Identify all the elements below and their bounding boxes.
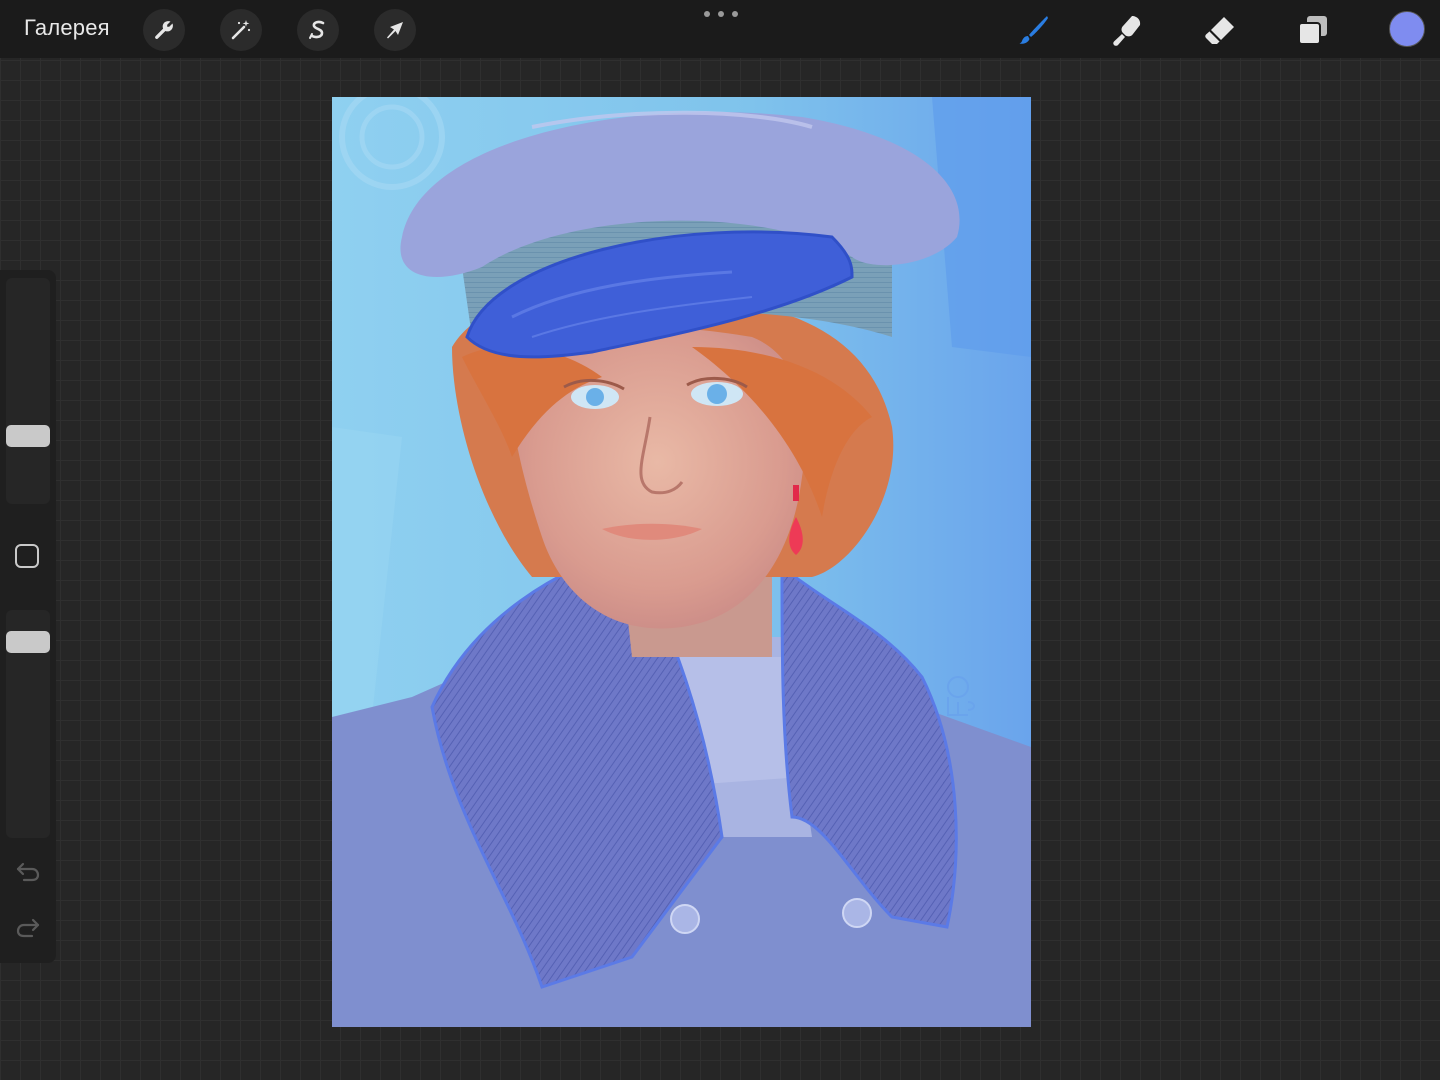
eraser-icon [1205,17,1234,44]
ellipsis-icon[interactable] [704,8,738,20]
brush-tool-button[interactable] [1014,10,1054,50]
adjustments-button[interactable] [220,9,262,51]
magic-wand-icon [231,20,251,40]
undo-icon [16,862,40,882]
selection-button[interactable] [297,9,339,51]
drawing-canvas[interactable] [332,97,1031,1027]
brush-opacity-handle[interactable] [6,631,50,653]
actions-button[interactable] [143,9,185,51]
redo-button[interactable] [14,916,42,940]
brush-size-handle[interactable] [6,425,50,447]
top-toolbar: Галерея [0,0,1440,58]
layers-button[interactable] [1293,10,1333,50]
transform-button[interactable] [374,9,416,51]
wrench-icon [155,21,173,39]
brush-size-slider[interactable] [6,278,50,504]
arrow-cursor-icon [387,22,403,39]
layers-icon [1298,16,1327,45]
redo-icon [16,918,40,938]
smudge-finger-icon [1113,16,1141,46]
color-picker-button[interactable] [1389,11,1425,47]
brush-icon [1019,16,1048,44]
gallery-button[interactable]: Галерея [24,15,110,41]
square-modify-icon[interactable] [15,544,39,568]
brush-opacity-slider[interactable] [6,610,50,838]
selection-s-icon [309,20,325,39]
painting-portrait [332,97,1031,1027]
smudge-tool-button[interactable] [1107,10,1147,50]
side-toolbar [0,270,56,963]
eraser-tool-button[interactable] [1200,10,1240,50]
undo-button[interactable] [14,860,42,884]
